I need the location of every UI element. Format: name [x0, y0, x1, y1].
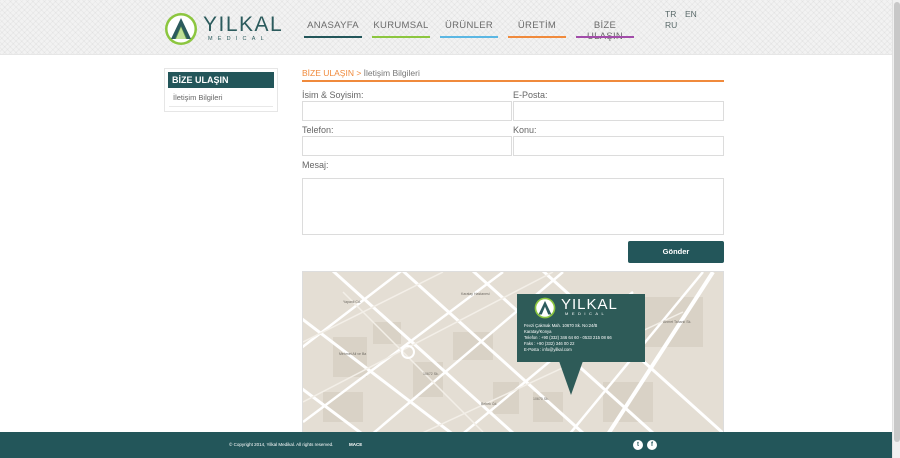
lang-en[interactable]: EN: [685, 9, 697, 19]
map-label: Yapanli Cd.: [343, 300, 361, 304]
nav-item-uretim[interactable]: ÜRETİM: [508, 20, 566, 38]
map-label: 10670 Sk.: [533, 397, 549, 401]
location-map[interactable]: Karatay Hastanesi Mehmet Ali ve Ba Yapan…: [302, 271, 724, 433]
subject-field[interactable]: [513, 136, 724, 156]
nav-item-bize-ulasin[interactable]: BİZE ULAŞIN: [576, 20, 634, 42]
phone-label: Telefon:: [302, 125, 334, 135]
sidebar-title: BİZE ULAŞIN: [168, 72, 274, 88]
scrollbar-thumb[interactable]: [894, 2, 900, 442]
sidebar-divider: [169, 106, 273, 107]
breadcrumb-divider: [302, 80, 724, 82]
page-scrollbar[interactable]: [892, 0, 900, 458]
nav-item-kurumsal[interactable]: KURUMSAL: [372, 20, 430, 38]
nav-underline: [372, 36, 430, 38]
breadcrumb-separator: >: [353, 68, 364, 78]
lang-ru[interactable]: RU: [665, 20, 677, 30]
nav-item-anasayfa[interactable]: ANASAYFA: [304, 20, 362, 38]
breadcrumb-parent[interactable]: BİZE ULAŞIN: [302, 68, 354, 78]
brand-name: YILKAL: [203, 13, 284, 36]
facebook-icon[interactable]: f: [647, 440, 657, 450]
card-address-line: Fevzi Çakmak Mah. 10670 Sk. No:24/B: [524, 323, 598, 328]
message-field[interactable]: [302, 178, 724, 235]
header: YILKAL MEDICAL ANASAYFA KURUMSAL ÜRÜNLER…: [0, 0, 892, 55]
nav-label: KURUMSAL: [373, 20, 429, 31]
breadcrumb: BİZE ULAŞIN > İletişim Bilgileri: [302, 68, 420, 78]
card-phone-line: Telefon : +90 (332) 346 64 60 - 0533 215…: [524, 335, 612, 340]
subject-label: Konu:: [513, 125, 537, 135]
card-email-line: E-Posta : info@yilkal.com: [524, 347, 572, 352]
sidebar-item-iletisim[interactable]: İletişim Bilgileri: [173, 93, 223, 102]
card-brand-sub: MEDICAL: [565, 311, 608, 316]
logo-mark-icon: [165, 13, 197, 45]
map-pin-pointer: [559, 361, 583, 395]
nav-item-urunler[interactable]: ÜRÜNLER: [440, 20, 498, 38]
map-label: Ahmet Tahanlı Sk.: [663, 320, 692, 324]
card-logo-icon: [534, 297, 556, 319]
lang-tr[interactable]: TR: [665, 9, 676, 19]
map-label: Karatay Hastanesi: [461, 292, 490, 296]
nav-underline: [508, 36, 566, 38]
send-button[interactable]: Gönder: [628, 241, 724, 263]
name-label: İsim & Soyisim:: [302, 90, 364, 100]
nav-underline: [576, 36, 634, 38]
nav-label: BİZE ULAŞIN: [587, 20, 623, 42]
map-label: 10672 Sk.: [423, 372, 439, 376]
sidebar: BİZE ULAŞIN İletişim Bilgileri: [164, 68, 278, 112]
message-label: Mesaj:: [302, 160, 329, 170]
name-field[interactable]: [302, 101, 512, 121]
nav-underline: [440, 36, 498, 38]
footer: © Copyright 2014, Yilkal Medikal. All ri…: [0, 432, 892, 458]
card-fax-line: Faks : +90 (332) 346 00 22: [524, 341, 575, 346]
twitter-icon[interactable]: t: [633, 440, 643, 450]
email-label: E-Posta:: [513, 90, 548, 100]
nav-label: ANASAYFA: [307, 20, 359, 31]
map-label: Mehmet Ali ve Ba: [339, 352, 367, 356]
brand-sub: MEDICAL: [208, 36, 269, 42]
brand-logo[interactable]: YILKAL MEDICAL: [163, 12, 284, 46]
card-address-line: Karatay/Konya: [524, 329, 552, 334]
nav-label: ÜRÜNLER: [444, 20, 494, 31]
breadcrumb-current: İletişim Bilgileri: [363, 68, 420, 78]
nav-underline: [304, 36, 362, 38]
email-field[interactable]: [513, 101, 724, 121]
nav-label: ÜRETİM: [517, 20, 557, 31]
map-label: Bebek Cd.: [481, 402, 498, 406]
credit-link[interactable]: MACE: [349, 442, 362, 447]
phone-field[interactable]: [302, 136, 512, 156]
map-info-card: YILKAL MEDICAL Fevzi Çakmak Mah. 10670 S…: [517, 294, 645, 362]
copyright-text: © Copyright 2014, Yilkal Medikal. All ri…: [229, 442, 334, 447]
